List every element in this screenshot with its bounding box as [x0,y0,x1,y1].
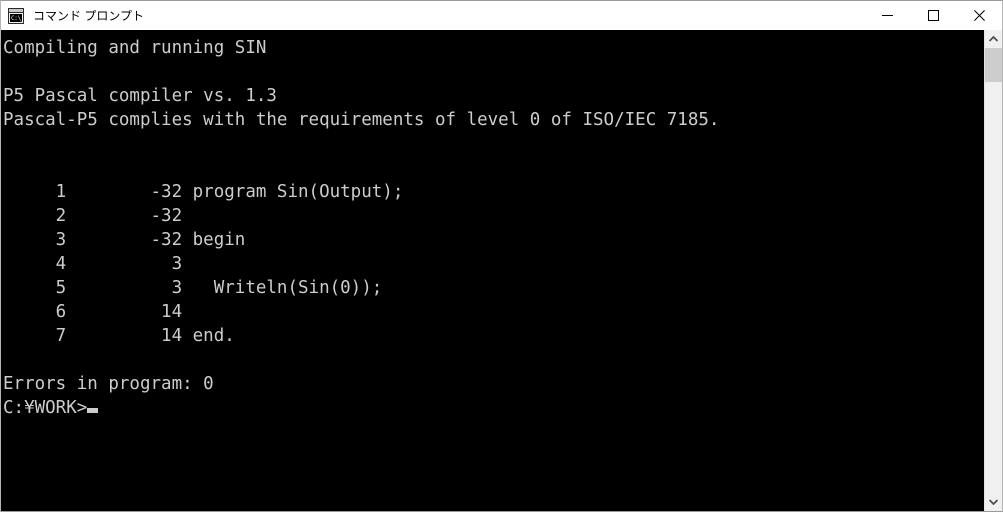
window-controls [864,1,1002,30]
window-title: コマンド プロンプト [33,9,144,23]
maximize-icon [927,10,939,21]
scroll-up-button[interactable] [985,30,1002,48]
scroll-track[interactable] [985,48,1002,493]
command-prompt-icon: C:\_ [8,7,24,24]
console-output-area[interactable]: Compiling and running SIN P5 Pascal comp… [1,30,984,511]
title-bar[interactable]: C:\_ コマンド プロンプト [1,1,1002,30]
minimize-icon [881,15,893,16]
scroll-up-arrow-icon [989,36,998,42]
scroll-down-arrow-icon [989,499,998,505]
minimize-button[interactable] [864,1,910,30]
scroll-thumb[interactable] [985,48,1002,82]
vertical-scrollbar[interactable] [984,30,1002,511]
close-button[interactable] [956,1,1002,30]
console-body: Compiling and running SIN P5 Pascal comp… [1,30,1002,511]
icon-screen-text: C:\_ [10,13,22,22]
maximize-button[interactable] [910,1,956,30]
close-icon [973,10,985,21]
block-cursor [87,408,99,413]
console-text: Compiling and running SIN P5 Pascal comp… [3,38,720,394]
prompt-text: C:¥WORK> [3,398,88,418]
title-bar-left: C:\_ コマンド プロンプト [1,7,864,24]
command-prompt-window: C:\_ コマンド プロンプト [0,0,1003,512]
scroll-down-button[interactable] [985,493,1002,511]
console-prompt-line: C:¥WORK> [3,396,984,420]
icon-title-strip [9,8,23,13]
